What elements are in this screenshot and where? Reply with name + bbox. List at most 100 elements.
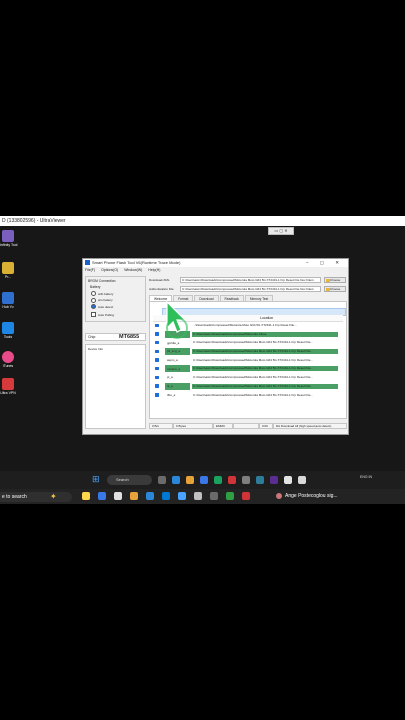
local-search-box[interactable]: e to search <box>0 492 72 502</box>
app-icon[interactable] <box>162 492 170 500</box>
menu-window[interactable]: Window(W) <box>124 267 142 274</box>
news-notification[interactable]: Ange Postecoglou sig... <box>276 492 338 501</box>
desktop-icon-itunes[interactable]: iTunes <box>0 351 16 368</box>
desktop-icon-3[interactable]: Hub Yo <box>0 292 16 309</box>
menu-help[interactable]: Help(H) <box>148 267 160 274</box>
menu-file[interactable]: File(F) <box>85 267 95 274</box>
app-icon <box>2 262 14 274</box>
chrome-icon[interactable] <box>98 492 106 500</box>
task-view-icon[interactable] <box>158 476 166 484</box>
app-icon[interactable] <box>210 492 218 500</box>
auth-file-input[interactable]: C:\Users\asim\Downloads\Compressed\Motor… <box>180 286 321 292</box>
windows-start-icon[interactable]: ⊞ <box>92 475 101 484</box>
app-icon[interactable] <box>194 492 202 500</box>
app-icon[interactable] <box>242 476 250 484</box>
file-explorer-icon[interactable] <box>186 476 194 484</box>
checkbox-checked-icon[interactable] <box>155 393 159 397</box>
app-icon[interactable] <box>214 476 222 484</box>
menu-bar: File(F) Options(O) Window(W) Help(H) <box>83 267 348 274</box>
avatar <box>276 492 282 499</box>
checkbox-checked-icon[interactable] <box>155 375 159 380</box>
flash-tool-app-icon <box>85 260 90 265</box>
infinity-tool-icon <box>2 230 14 242</box>
window-title: Smart Phone Flash Tool V6(Runtime Trace … <box>92 260 181 265</box>
app-icon[interactable] <box>178 492 186 500</box>
radio-with-battery[interactable]: with battery <box>91 291 143 296</box>
checkbox-checked-icon[interactable] <box>155 358 159 362</box>
table-row[interactable]: tk_a C:\Users\asim\Downloads\Compressed\M… <box>153 382 343 391</box>
app-icon <box>2 292 14 304</box>
status-bar: 0 B/s 0 Bytes EMMC 0:00 DA Download All … <box>149 423 347 430</box>
column-location: Location <box>260 316 274 320</box>
status-interface <box>233 423 259 429</box>
radio-selected-icon <box>91 304 96 309</box>
checkbox-checked-icon[interactable] <box>155 366 159 371</box>
device-info-label: Device Info <box>88 347 104 351</box>
tray-language: ENG IN <box>360 475 373 479</box>
checkbox-checked-icon[interactable] <box>155 384 159 388</box>
auth-file-label: Authentication File <box>149 287 174 291</box>
chrome-icon[interactable] <box>200 476 208 484</box>
checkbox-checked-icon[interactable] <box>155 323 159 327</box>
device-info-box: Device Info <box>85 344 146 429</box>
checkbox-checked-icon[interactable] <box>155 332 159 336</box>
app-icon[interactable] <box>242 492 250 500</box>
download-xml-label: Download-XML <box>149 278 170 282</box>
checkbox-checked-icon[interactable] <box>155 340 159 345</box>
auto-polling-checkbox[interactable]: Auto Polling <box>91 312 143 317</box>
app-icon[interactable] <box>114 492 122 500</box>
folder-icon <box>326 288 330 291</box>
remote-search-box[interactable]: Search <box>107 475 152 485</box>
group-title: BROM Connection <box>88 279 116 283</box>
radio-auto-detect[interactable]: Auto detect <box>91 304 143 309</box>
remote-viewer-controls[interactable]: ▭ ▢ ✕ <box>268 227 294 235</box>
menu-options[interactable]: Options(O) <box>101 267 118 274</box>
app-icon[interactable] <box>228 476 236 484</box>
checkbox-checked-icon[interactable] <box>155 349 159 354</box>
edge-icon[interactable] <box>146 492 154 500</box>
chip-label: Chip: <box>88 335 97 339</box>
table-row[interactable]: aspm_a C:\Users\asim\Downloads\Compressed… <box>153 356 343 365</box>
chip-info: Chip: MT6855 <box>85 333 146 341</box>
itunes-icon <box>2 351 14 363</box>
app-icon[interactable] <box>284 476 292 484</box>
battery-label: Battery <box>90 285 101 289</box>
cursor-icon <box>166 300 188 339</box>
brom-connection-group: BROM Connection Battery with battery w/o… <box>85 276 146 322</box>
left-panel: BROM Connection Battery with battery w/o… <box>85 276 146 431</box>
table-row[interactable]: pi_a C:\Users\asim\Downloads\Compressed\M… <box>153 373 343 382</box>
status-time: 0:00 <box>259 423 273 429</box>
remote-system-tray[interactable]: ENG IN <box>360 475 372 480</box>
table-row[interactable]: tfbo_a C:\Users\asim\Downloads\Compressed… <box>153 391 343 400</box>
remote-taskbar: ⊞ Search ENG IN <box>0 471 405 490</box>
app-icon[interactable] <box>226 492 234 500</box>
table-row[interactable]: ptl_img_a C:\Users\asim\Downloads\Compres… <box>153 347 343 356</box>
window-titlebar: Smart Phone Flash Tool V6(Runtime Trace … <box>83 259 348 267</box>
status-message: DA Download All (high speed,auto detect) <box>273 423 347 429</box>
file-explorer-icon[interactable] <box>130 492 138 500</box>
desktop-icon-vpn[interactable]: Ultra VPN <box>0 378 16 395</box>
desktop-icon-infinity[interactable]: Infinity Tool <box>0 230 17 247</box>
vpn-icon <box>2 378 14 390</box>
window-controls[interactable]: – ▢ ✕ <box>306 259 344 267</box>
download-xml-choose-button[interactable]: Choose <box>324 277 346 283</box>
checkbox-icon <box>91 312 96 317</box>
radio-without-battery[interactable]: w/o battery <box>91 297 143 303</box>
remote-screen: D (133802596) - UltraViewer ▭ ▢ ✕ Infini… <box>0 216 405 502</box>
app-icon[interactable] <box>82 492 90 500</box>
table-row[interactable]: mcupm_a C:\Users\asim\Downloads\Compresse… <box>153 364 343 373</box>
auth-file-choose-button[interactable]: Choose <box>324 286 346 292</box>
app-icon[interactable] <box>298 476 306 484</box>
radio-icon <box>91 297 96 303</box>
status-bytes: 0 Bytes <box>173 423 213 429</box>
edge-icon[interactable] <box>172 476 180 484</box>
tools-icon <box>2 322 14 334</box>
desktop-icon-4[interactable]: Tools <box>0 322 16 339</box>
status-storage: EMMC <box>213 423 233 429</box>
download-xml-field: Download-XML C:\Users\asim\Downloads\Com… <box>149 277 347 284</box>
desktop-icon-2[interactable]: Pr... <box>0 262 16 279</box>
download-xml-input[interactable]: C:\Users\asim\Downloads\Compressed\Motor… <box>180 277 321 283</box>
status-speed: 0 B/s <box>149 423 173 429</box>
app-icon[interactable] <box>270 476 278 484</box>
app-icon[interactable] <box>256 476 264 484</box>
